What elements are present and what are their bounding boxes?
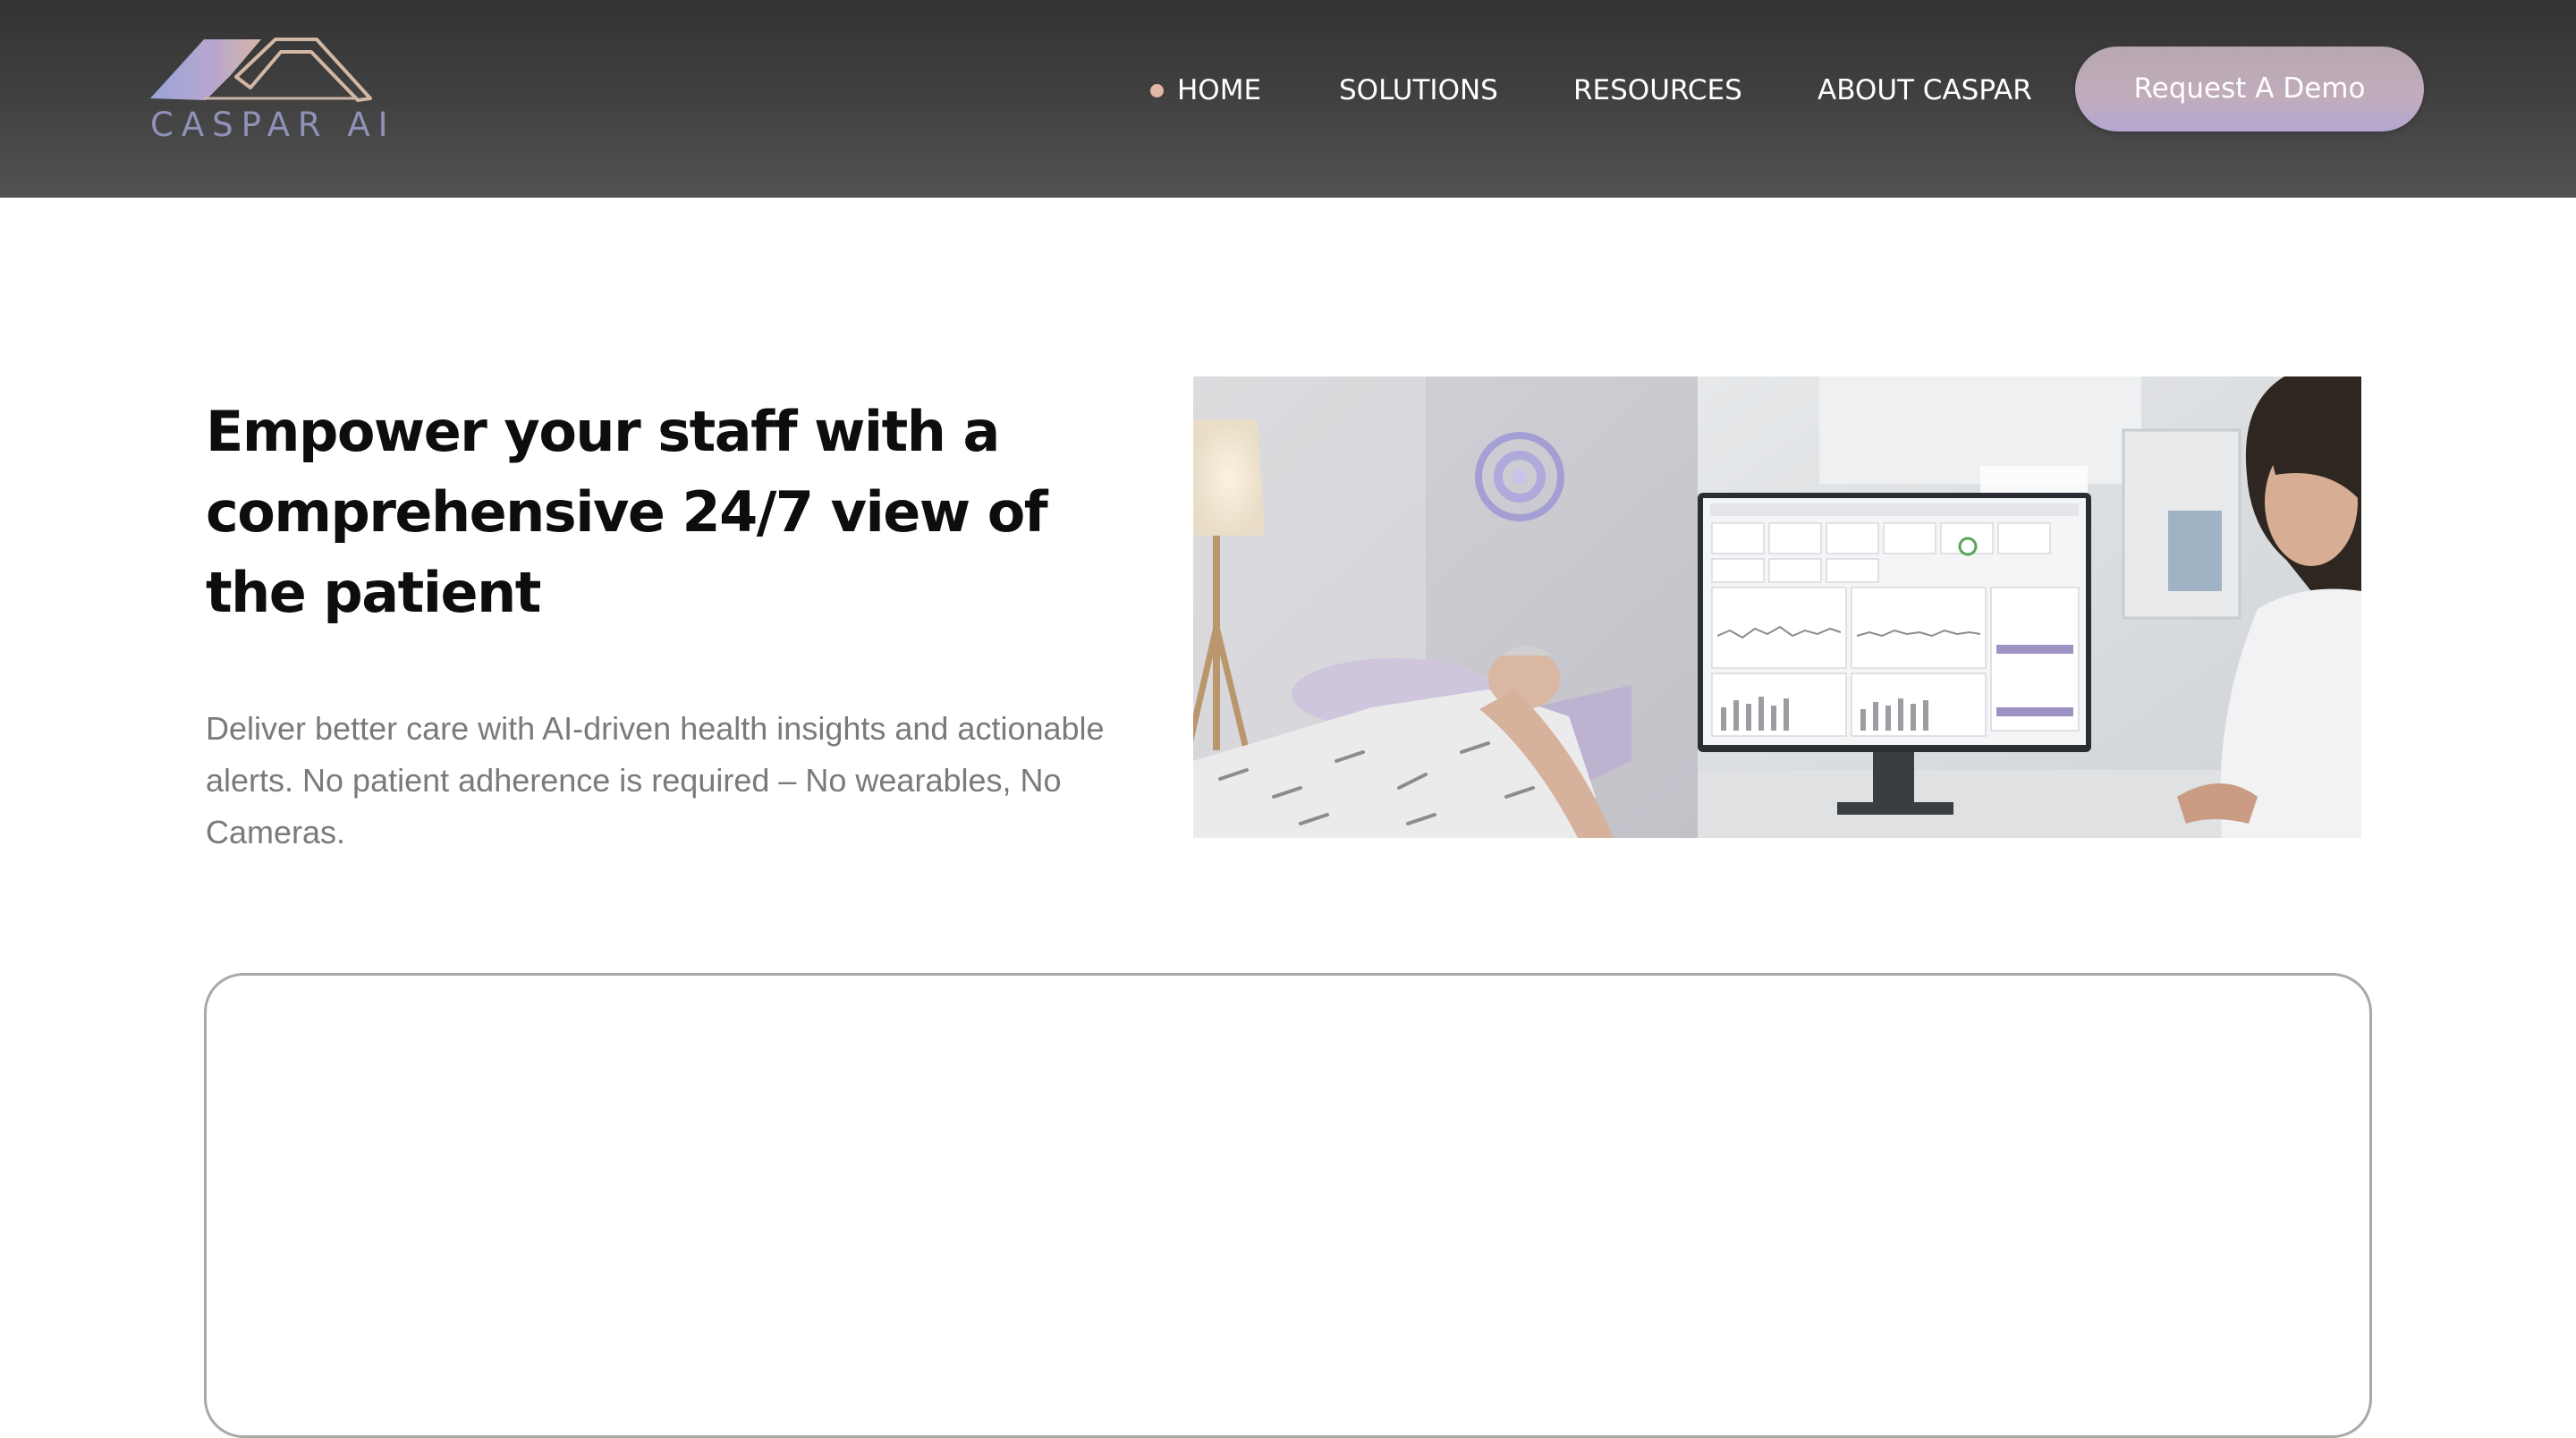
nav-about-caspar[interactable]: ABOUT CASPAR: [1818, 68, 2032, 113]
hero-image: [1193, 376, 2361, 838]
caspar-ai-logo[interactable]: CASPAR AI: [150, 36, 396, 152]
site-header: CASPAR AI HOME SOLUTIONS RESOURCES ABOUT…: [0, 0, 2576, 198]
logo-mark-icon: [150, 38, 372, 102]
content-card: [204, 973, 2372, 1438]
nav-resources[interactable]: RESOURCES: [1573, 68, 1742, 113]
request-demo-button[interactable]: Request A Demo: [2075, 47, 2424, 131]
active-indicator-dot: [1150, 84, 1164, 97]
logo-wordmark: CASPAR AI: [150, 106, 396, 144]
patient-monitoring-illustration: [1193, 376, 2361, 838]
nav-home-label: HOME: [1177, 74, 1262, 106]
hero-title: Empower your staff with a comprehensive …: [206, 399, 1048, 625]
nav-solutions[interactable]: SOLUTIONS: [1339, 68, 1498, 113]
hero-description: Deliver better care with AI-driven healt…: [206, 710, 1105, 850]
nav-home[interactable]: HOME: [1145, 68, 1261, 113]
